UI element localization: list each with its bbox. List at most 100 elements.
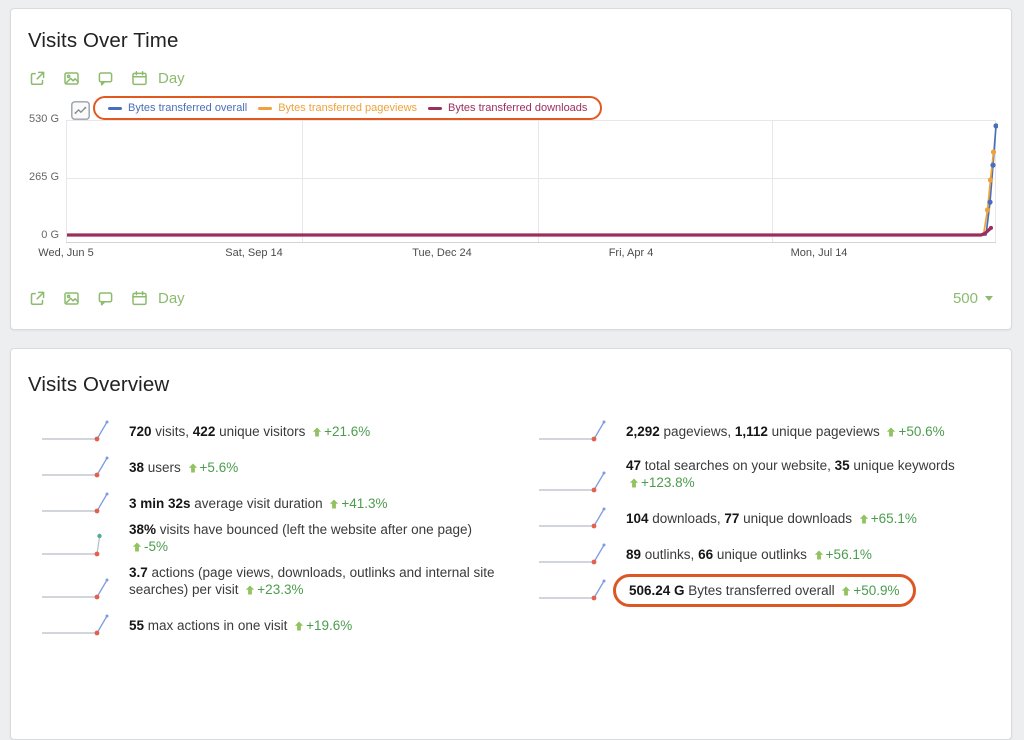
x-tick-label: Sat, Sep 14 xyxy=(225,247,283,259)
evolution-percent: +50.9% xyxy=(853,583,899,598)
data-point-bytes-transferred-overall xyxy=(993,123,998,128)
increase-arrow-icon xyxy=(329,499,339,509)
time-series-plot[interactable] xyxy=(66,117,998,243)
stat-row: 104 downloads, 77 unique downloads +65.1… xyxy=(538,500,966,527)
stat-value: 89 xyxy=(626,547,641,562)
legend-label: Bytes transferred overall xyxy=(128,102,247,114)
visits-over-time-widget: Visits Over Time xyxy=(10,8,1012,330)
series-line-bytes-transferred-downloads xyxy=(67,228,991,235)
evolution-change: +5.6% xyxy=(185,460,239,475)
widget-title: Visits Over Time xyxy=(28,29,178,53)
evolution-percent: +21.6% xyxy=(324,424,370,439)
annotation-oval-stat: 506.24 G Bytes transferred overall +50.9… xyxy=(613,574,916,607)
increase-arrow-icon xyxy=(886,427,896,437)
evolution-percent: +65.1% xyxy=(871,511,917,526)
stat-value: 720 xyxy=(129,424,152,439)
stat-row: 720 visits, 422 unique visitors +21.6% xyxy=(41,413,509,440)
data-point-bytes-transferred-pageviews xyxy=(991,149,996,154)
stat-row: 3.7 actions (page views, downloads, outl… xyxy=(41,564,509,598)
stat-label: unique outlinks xyxy=(713,547,811,562)
x-tick-label: Tue, Dec 24 xyxy=(412,247,472,259)
stat-row: 2,292 pageviews, 1,112 unique pageviews … xyxy=(538,413,966,440)
chevron-down-icon xyxy=(985,296,993,301)
annotation-icon[interactable] xyxy=(96,69,115,88)
evolution-change: +123.8% xyxy=(626,475,695,490)
legend-dash-icon xyxy=(428,107,442,110)
increase-arrow-icon xyxy=(294,621,304,631)
period-selector[interactable]: Day xyxy=(158,290,185,307)
evolution-change: +23.3% xyxy=(242,582,303,597)
stat-label: visits have bounced (left the website af… xyxy=(156,522,472,537)
legend-item[interactable]: Bytes transferred overall xyxy=(108,102,247,114)
legend-item[interactable]: Bytes transferred pageviews xyxy=(258,102,417,114)
period-selector[interactable]: Day xyxy=(158,70,185,87)
stat-value: 66 xyxy=(698,547,713,562)
evolution-change: +21.6% xyxy=(309,424,370,439)
stat-row: 506.24 G Bytes transferred overall +50.9… xyxy=(538,572,966,599)
evolution-change: +56.1% xyxy=(811,547,872,562)
calendar-icon[interactable] xyxy=(130,69,149,88)
calendar-icon[interactable] xyxy=(130,289,149,308)
evolution-change: -5% xyxy=(129,539,168,554)
stat-label: unique keywords xyxy=(850,458,955,473)
stat-text: 55 max actions in one visit +19.6% xyxy=(129,617,509,634)
data-point-bytes-transferred-pageviews xyxy=(988,177,993,182)
y-tick-label: 530 G xyxy=(17,113,59,125)
stat-label: downloads, xyxy=(649,511,725,526)
evolution-change: +19.6% xyxy=(291,618,352,633)
stat-row: 55 max actions in one visit +19.6% xyxy=(41,607,509,634)
increase-arrow-icon xyxy=(629,478,639,488)
increase-arrow-icon xyxy=(841,586,851,596)
image-icon[interactable] xyxy=(62,289,81,308)
increase-arrow-icon xyxy=(245,585,255,595)
evolution-change: +50.6% xyxy=(883,424,944,439)
evolution-percent: +19.6% xyxy=(306,618,352,633)
image-icon[interactable] xyxy=(62,69,81,88)
stat-text: 2,292 pageviews, 1,112 unique pageviews … xyxy=(626,423,966,440)
sparkline-rise-icon xyxy=(41,607,113,639)
legend-dash-icon xyxy=(108,107,122,110)
data-point-bytes-transferred-overall xyxy=(990,163,995,168)
stat-row: 38% visits have bounced (left the websit… xyxy=(41,521,509,555)
stat-label: actions (page views, downloads, outlinks… xyxy=(129,565,494,597)
stat-value: 3.7 xyxy=(129,565,148,580)
sparkline-rise-icon xyxy=(538,572,610,604)
x-tick-label: Wed, Jun 5 xyxy=(38,247,93,259)
evolution-percent: +50.6% xyxy=(898,424,944,439)
stat-label: Bytes transferred overall xyxy=(685,583,839,598)
stat-text: 38 users +5.6% xyxy=(129,459,509,476)
evolution-percent: +23.3% xyxy=(257,582,303,597)
increase-arrow-icon xyxy=(312,427,322,437)
line-chart-icon-button[interactable] xyxy=(71,101,90,125)
evolution-percent: +5.6% xyxy=(200,460,239,475)
sparkline-rise-icon xyxy=(538,536,610,568)
evolution-percent: -5% xyxy=(144,539,168,554)
stat-label: pageviews, xyxy=(660,424,735,439)
stat-label: average visit duration xyxy=(191,496,327,511)
export-icon[interactable] xyxy=(28,289,47,308)
export-icon[interactable] xyxy=(28,69,47,88)
evolution-change: +41.3% xyxy=(326,496,387,511)
row-limit-dropdown[interactable]: 500 xyxy=(953,290,993,307)
stat-row: 89 outlinks, 66 unique outlinks +56.1% xyxy=(538,536,966,563)
stat-value: 38 xyxy=(129,460,144,475)
data-point-bytes-transferred-pageviews xyxy=(985,207,990,212)
stat-value: 35 xyxy=(835,458,850,473)
x-tick-label: Fri, Apr 4 xyxy=(609,247,654,259)
evolution-change: +50.9% xyxy=(838,583,899,598)
increase-arrow-icon xyxy=(859,514,869,524)
annotation-icon[interactable] xyxy=(96,289,115,308)
stat-value: 1,112 xyxy=(735,424,768,439)
stat-label: unique downloads xyxy=(739,511,855,526)
stat-row: 3 min 32s average visit duration +41.3% xyxy=(41,485,509,512)
x-tick-label: Mon, Jul 14 xyxy=(791,247,848,259)
sparkline-rise-icon xyxy=(41,485,113,517)
stat-value: 47 xyxy=(626,458,641,473)
data-point-bytes-transferred-downloads xyxy=(989,226,993,230)
legend-item[interactable]: Bytes transferred downloads xyxy=(428,102,587,114)
visits-overview-widget: Visits Overview 720 visits, 422 unique v… xyxy=(10,348,1012,740)
y-tick-label: 0 G xyxy=(17,229,59,241)
increase-arrow-icon xyxy=(132,542,142,552)
stat-row: 38 users +5.6% xyxy=(41,449,509,476)
widget-toolbar-top: Day xyxy=(28,69,993,88)
